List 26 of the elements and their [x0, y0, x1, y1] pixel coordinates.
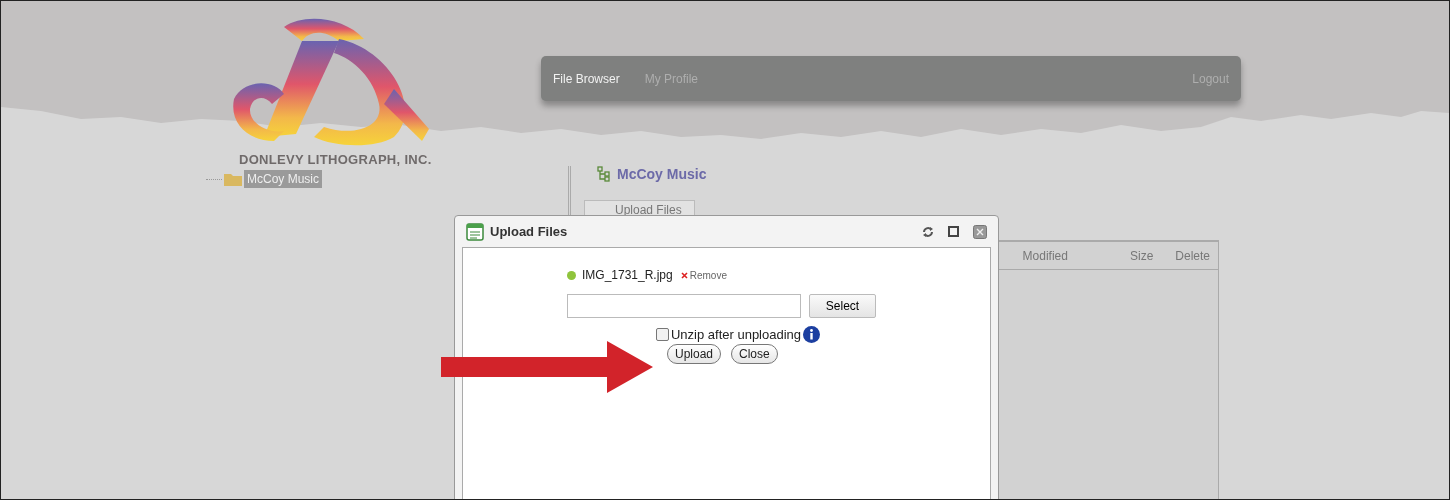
close-icon: [680, 271, 688, 279]
info-icon[interactable]: [803, 326, 821, 343]
dialog-title: Upload Files: [490, 224, 568, 239]
file-name: IMG_1731_R.jpg: [582, 268, 673, 282]
document-icon: [466, 222, 484, 241]
close-icon[interactable]: [973, 224, 987, 239]
refresh-icon[interactable]: [922, 225, 934, 238]
checkbox-label: Unzip after unploading: [670, 327, 802, 342]
tree-item[interactable]: McCoy Music: [244, 170, 322, 188]
file-path-field[interactable]: [567, 294, 801, 318]
tree-icon: [597, 166, 611, 182]
column-header[interactable]: Modified: [1022, 248, 1068, 263]
maximize-icon[interactable]: [948, 226, 959, 237]
folder-icon: [224, 172, 242, 186]
nav-link[interactable]: File Browser: [553, 71, 620, 86]
column-header[interactable]: Size: [1129, 248, 1154, 263]
checkbox[interactable]: [655, 328, 669, 341]
company-name: DONLEVY LITHOGRAPH, INC.: [239, 152, 433, 167]
remove-link[interactable]: Remove: [680, 269, 727, 281]
dialog-button[interactable]: Close: [731, 344, 778, 364]
dialog-button[interactable]: Upload: [667, 344, 722, 364]
arrow-icon: [441, 341, 653, 393]
column-header[interactable]: Delete: [1175, 248, 1210, 263]
folder-title: McCoy Music: [617, 166, 707, 182]
select-button[interactable]: Select: [809, 294, 876, 318]
status-dot-icon: [567, 270, 576, 280]
